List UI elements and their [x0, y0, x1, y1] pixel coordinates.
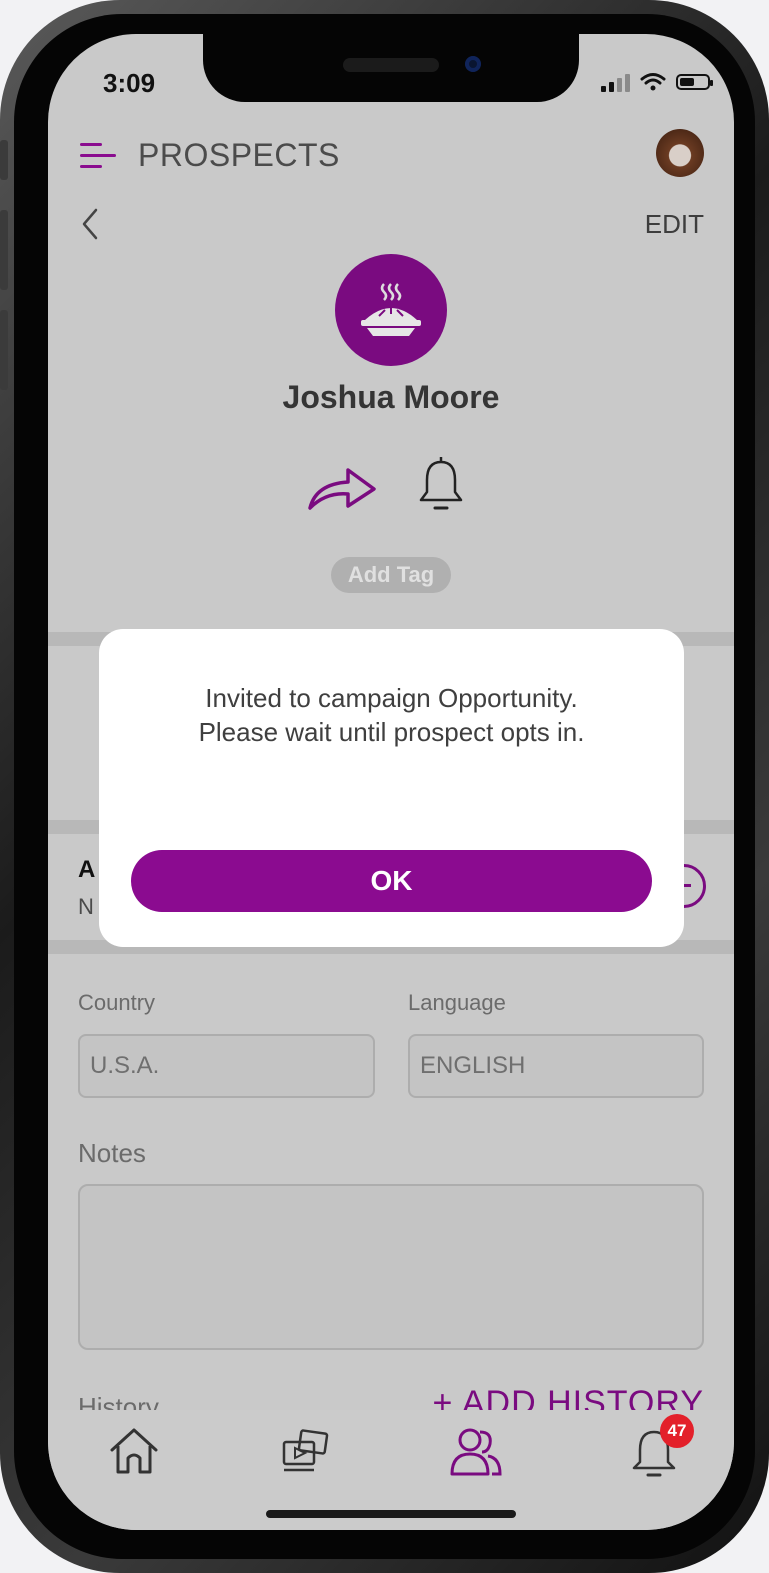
add-tag-button[interactable]: Add Tag — [331, 557, 451, 593]
mute-switch — [0, 140, 8, 180]
prospect-name: Joshua Moore — [282, 379, 500, 415]
page-title: PROSPECTS — [138, 137, 340, 173]
back-chevron-icon[interactable] — [78, 206, 102, 242]
notification-badge: 47 — [660, 1414, 694, 1448]
home-indicator — [266, 1510, 516, 1518]
campaign-row-subtitle: N — [78, 894, 94, 919]
bell-icon[interactable] — [418, 456, 464, 516]
screen: 3:09 PROSPECTS EDIT Joshua Moore Add Tag… — [48, 34, 734, 1530]
media-icon[interactable] — [276, 1424, 332, 1480]
notch — [203, 34, 579, 102]
alert-dialog: Invited to campaign Opportunity. Please … — [99, 629, 684, 947]
language-label: Language — [408, 990, 506, 1015]
phone-frame: 3:09 PROSPECTS EDIT Joshua Moore Add Tag… — [0, 0, 769, 1573]
profile-avatar — [335, 254, 447, 366]
share-icon[interactable] — [306, 462, 378, 514]
volume-down-button — [0, 310, 8, 390]
wifi-icon — [640, 73, 666, 91]
dialog-message: Invited to campaign Opportunity. Please … — [99, 681, 684, 749]
notifications-tab[interactable]: 47 — [626, 1414, 694, 1480]
people-icon[interactable] — [448, 1424, 504, 1480]
notes-label: Notes — [78, 1138, 146, 1168]
country-label: Country — [78, 990, 156, 1015]
menu-icon[interactable] — [80, 139, 120, 173]
app-header: PROSPECTS — [48, 129, 734, 189]
signal-icon — [601, 72, 630, 92]
volume-up-button — [0, 210, 8, 290]
country-field[interactable]: U.S.A. — [78, 1034, 375, 1098]
language-field[interactable]: ENGLISH — [408, 1034, 704, 1098]
status-icons — [601, 72, 713, 92]
pie-icon — [361, 283, 421, 336]
ok-button[interactable]: OK — [131, 850, 652, 912]
home-icon[interactable] — [106, 1424, 162, 1480]
dialog-message-line: Please wait until prospect opts in. — [198, 717, 585, 747]
front-camera — [465, 56, 481, 72]
dialog-message-line: Invited to campaign Opportunity. — [205, 683, 578, 713]
campaign-row-title: A — [78, 856, 96, 883]
battery-icon — [676, 74, 713, 90]
speaker — [343, 58, 439, 72]
status-time: 3:09 — [103, 68, 156, 98]
notes-field[interactable] — [78, 1184, 704, 1350]
edit-button[interactable]: EDIT — [645, 209, 704, 240]
user-avatar[interactable] — [656, 129, 704, 177]
